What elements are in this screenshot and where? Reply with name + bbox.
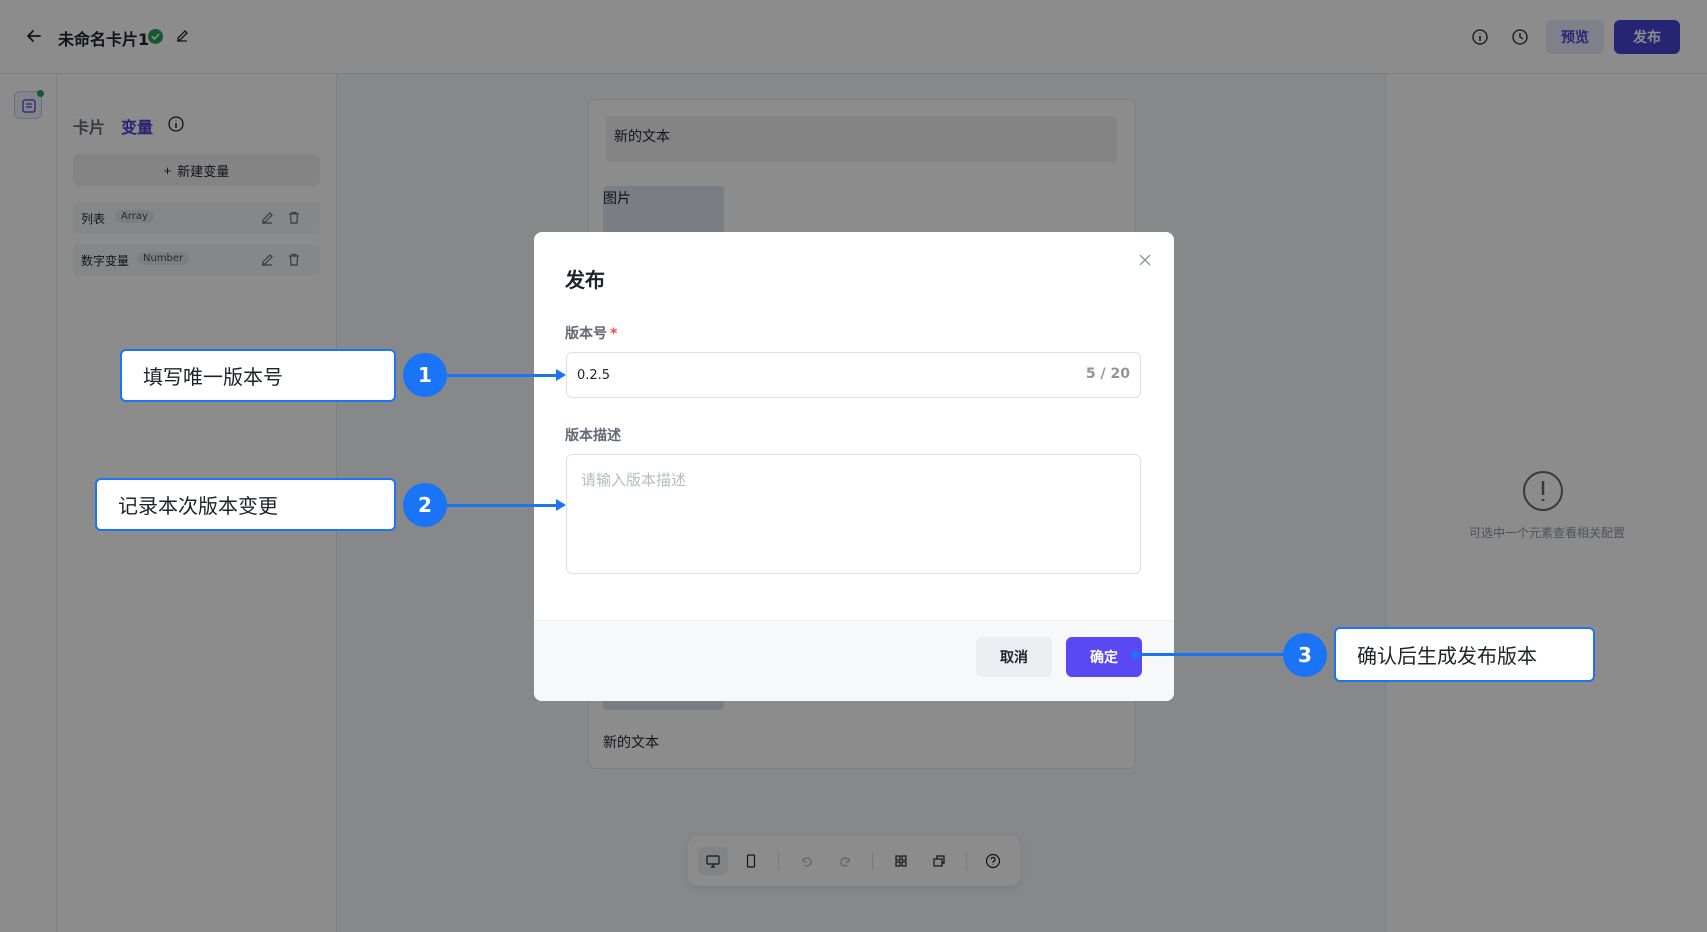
annotation-text-1: 填写唯一版本号 (143, 365, 283, 389)
publish-dialog: 发布 版本号 * 0.2.5 5 / 20 版本描述 请输入版本描述 取消 确定 (534, 232, 1174, 701)
required-mark: * (610, 326, 618, 342)
annotation-badge-2: 2 (403, 483, 447, 527)
annotation-line-2 (447, 504, 557, 507)
version-char-count: 5 / 20 (1085, 366, 1130, 382)
description-textarea[interactable]: 请输入版本描述 (566, 454, 1141, 574)
annotation-arrow-2 (556, 499, 566, 511)
version-value: 0.2.5 (577, 368, 611, 383)
annotation-line-1 (447, 374, 557, 377)
annotation-line-3 (1136, 653, 1286, 656)
close-icon[interactable] (1136, 251, 1154, 269)
dialog-footer: 取消 确定 (534, 620, 1174, 701)
cancel-button[interactable]: 取消 (976, 637, 1052, 677)
description-label: 版本描述 (565, 428, 621, 444)
annotation-callout-2: 记录本次版本变更 (95, 478, 396, 531)
version-label-text: 版本号 (565, 326, 607, 342)
version-label: 版本号 * (565, 323, 617, 343)
annotation-callout-1: 填写唯一版本号 (120, 349, 396, 402)
description-placeholder: 请输入版本描述 (581, 471, 687, 489)
annotation-text-2: 记录本次版本变更 (118, 494, 278, 518)
annotation-badge-3: 3 (1283, 633, 1327, 677)
dialog-title: 发布 (565, 268, 605, 292)
version-input[interactable]: 0.2.5 5 / 20 (566, 352, 1141, 398)
annotation-text-3: 确认后生成发布版本 (1357, 644, 1537, 668)
annotation-arrow-1 (556, 369, 566, 381)
annotation-badge-1: 1 (403, 353, 447, 397)
annotation-callout-3: 确认后生成发布版本 (1334, 627, 1595, 682)
